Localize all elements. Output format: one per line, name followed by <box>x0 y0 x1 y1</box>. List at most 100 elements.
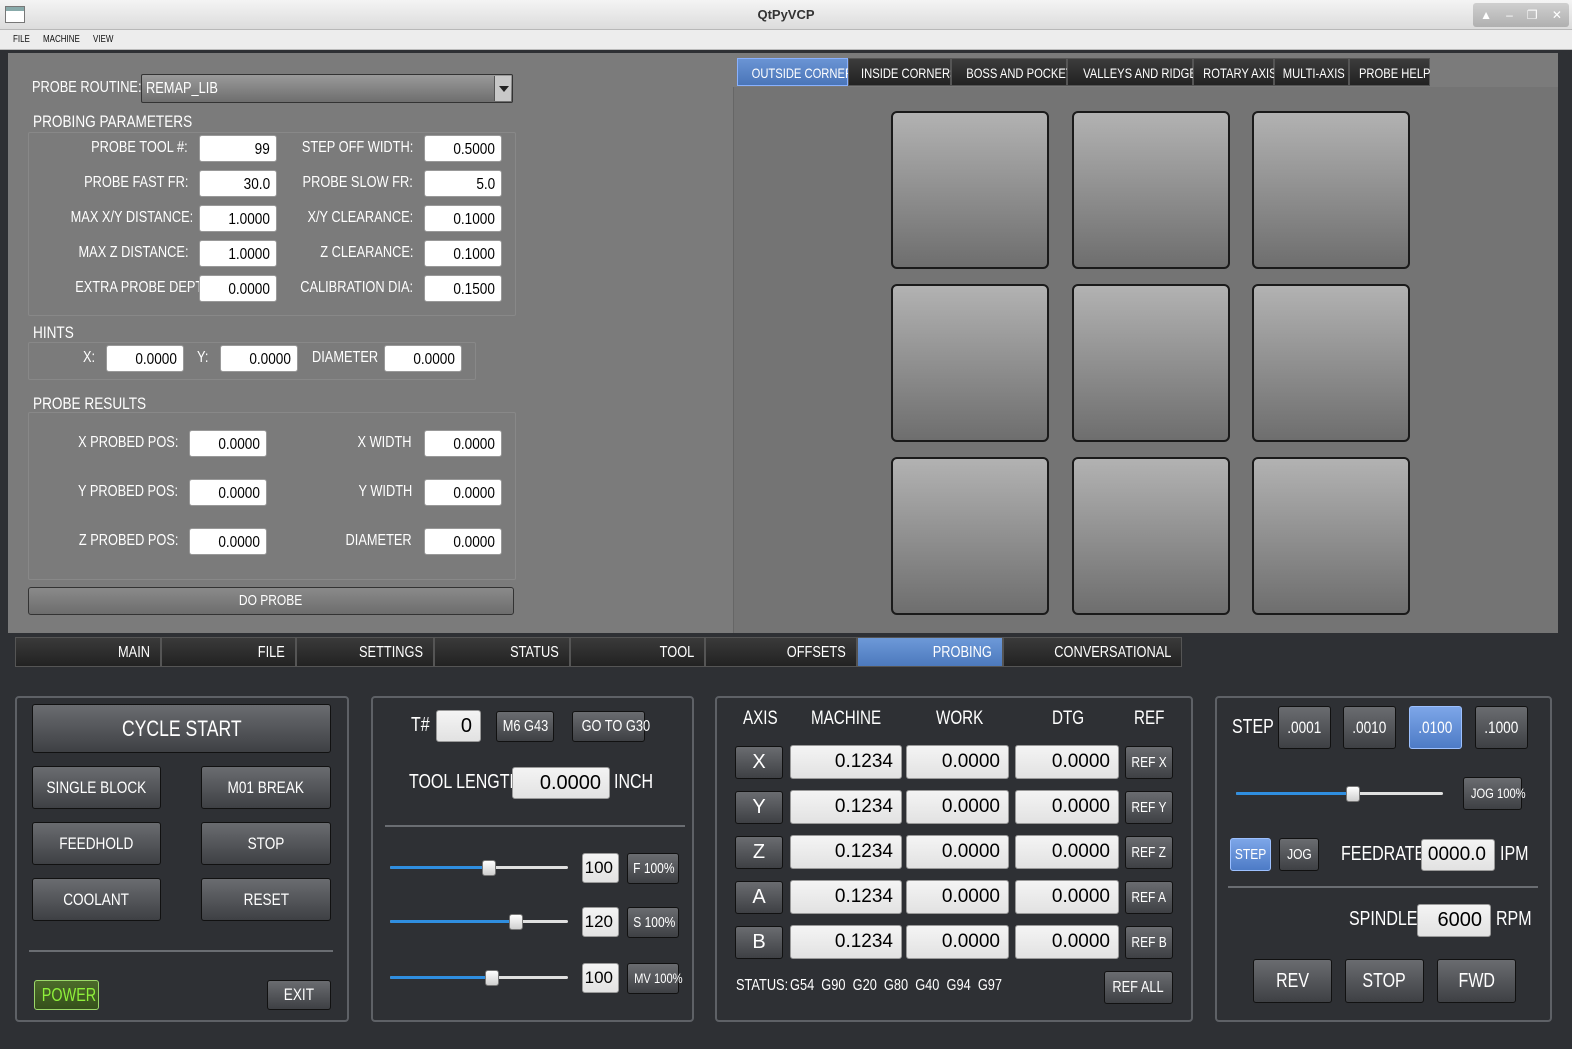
ref-all-button[interactable]: REF ALL <box>1104 971 1173 1004</box>
tab-inside-corners[interactable]: INSIDE CORNERS <box>848 58 958 86</box>
hint-diameter-field[interactable]: 0.0000 <box>384 345 462 372</box>
tab-probing[interactable]: PROBING <box>857 637 1003 667</box>
feedhold-button[interactable]: FEEDHOLD <box>32 822 161 865</box>
jog-100-button[interactable]: JOG 100% <box>1463 777 1526 810</box>
xy-clearance-field[interactable]: 0.1000 <box>424 205 502 232</box>
mv-100-button[interactable]: MV 100% <box>627 963 683 994</box>
feed-override-slider[interactable] <box>390 860 568 876</box>
tab-outside-corners[interactable]: OUTSIDE CORNERS <box>737 58 861 86</box>
probe-corner-button[interactable] <box>1252 284 1410 442</box>
axis-y-button[interactable]: Y <box>735 791 783 824</box>
probe-corner-button[interactable] <box>1072 284 1230 442</box>
axis-a-button[interactable]: A <box>735 881 783 914</box>
probe-fast-fr-field[interactable]: 30.0 <box>199 170 277 197</box>
do-probe-button[interactable]: DO PROBE <box>28 587 514 615</box>
tab-boss-and-pockets[interactable]: BOSS AND POCKETS <box>951 58 1080 86</box>
tool-number-field[interactable]: 0 <box>436 710 481 742</box>
feed-100-button[interactable]: F 100% <box>627 853 679 884</box>
reset-button[interactable]: RESET <box>201 878 331 921</box>
feed-override-handle[interactable] <box>481 860 496 876</box>
cycle-start-button[interactable]: CYCLE START <box>32 704 331 753</box>
menu-machine[interactable]: MACHINE <box>43 34 80 45</box>
single-block-button[interactable]: SINGLE BLOCK <box>32 766 161 809</box>
step-0100-button[interactable]: .0100 <box>1409 706 1462 749</box>
tab-rotary-axis[interactable]: ROTARY AXIS <box>1193 58 1277 86</box>
calibration-dia-field[interactable]: 0.1500 <box>424 275 502 302</box>
probe-slow-fr-field[interactable]: 5.0 <box>424 170 502 197</box>
mode-step-button[interactable]: STEP <box>1230 838 1271 871</box>
tab-multi-axis[interactable]: MULTI-AXIS <box>1274 58 1349 86</box>
tab-offsets[interactable]: OFFSETS <box>705 637 857 667</box>
ref-x-button[interactable]: REF X <box>1125 746 1173 779</box>
tab-file[interactable]: FILE <box>161 637 296 667</box>
axis-z-button[interactable]: Z <box>735 836 783 869</box>
z-probed-pos-field[interactable]: 0.0000 <box>189 528 267 555</box>
coolant-button[interactable]: COOLANT <box>32 878 161 921</box>
chevron-down-icon[interactable] <box>494 76 511 101</box>
max-xy-distance-field[interactable]: 1.0000 <box>199 205 277 232</box>
tool-length-field[interactable]: 0.0000 <box>512 767 610 799</box>
jog-speed-handle[interactable] <box>1345 786 1360 802</box>
extra-probe-depth-field[interactable]: 0.0000 <box>199 275 277 302</box>
minimize-icon[interactable]: – <box>1506 8 1513 22</box>
m01-break-button[interactable]: M01 BREAK <box>201 766 331 809</box>
m6-g43-button[interactable]: M6 G43 <box>496 711 554 742</box>
exit-button[interactable]: EXIT <box>267 980 331 1010</box>
hint-x-field[interactable]: 0.0000 <box>106 345 184 372</box>
ref-z-button[interactable]: REF Z <box>1125 836 1173 869</box>
tab-conversational[interactable]: CONVERSATIONAL <box>1003 637 1182 667</box>
menu-view[interactable]: VIEW <box>93 34 113 45</box>
step-0010-button[interactable]: .0010 <box>1343 706 1396 749</box>
probe-corner-button[interactable] <box>1252 457 1410 615</box>
max-velocity-handle[interactable] <box>485 970 500 986</box>
probe-corner-button[interactable] <box>891 284 1049 442</box>
tab-settings[interactable]: SETTINGS <box>296 637 434 667</box>
tab-tool[interactable]: TOOL <box>570 637 705 667</box>
spindle-override-slider[interactable] <box>390 914 568 930</box>
maximize-icon[interactable]: ❐ <box>1527 8 1538 22</box>
probe-corner-button[interactable] <box>891 457 1049 615</box>
spindle-100-button[interactable]: S 100% <box>627 907 679 938</box>
tab-main[interactable]: MAIN <box>15 637 161 667</box>
axis-x-button[interactable]: X <box>735 746 783 779</box>
spindle-fwd-button[interactable]: FWD <box>1437 959 1516 1003</box>
ref-b-button[interactable]: REF B <box>1125 926 1173 959</box>
close-icon[interactable]: ✕ <box>1552 8 1562 22</box>
power-button[interactable]: POWER <box>34 980 99 1010</box>
menu-file[interactable]: FILE <box>13 34 30 45</box>
spindle-rev-button[interactable]: REV <box>1253 959 1332 1003</box>
max-z-distance-field[interactable]: 1.0000 <box>199 240 277 267</box>
probe-routine-select[interactable]: REMAP_LIB <box>141 74 513 103</box>
probe-corner-button[interactable] <box>891 111 1049 269</box>
probe-corner-button[interactable] <box>1072 111 1230 269</box>
probe-corner-button[interactable] <box>1252 111 1410 269</box>
probe-tool-field[interactable]: 99 <box>199 135 277 162</box>
tab-valleys-and-ridges[interactable]: VALLEYS AND RIDGES <box>1067 58 1204 86</box>
keep-above-icon[interactable]: ▲ <box>1480 8 1492 22</box>
feedrate-field[interactable]: 0000.0 <box>1421 839 1495 871</box>
go-to-g30-button[interactable]: GO TO G30 <box>572 711 650 742</box>
ref-y-button[interactable]: REF Y <box>1125 791 1173 824</box>
tab-probe-help[interactable]: PROBE HELP <box>1349 58 1431 86</box>
spindle-rpm-field[interactable]: 6000 <box>1417 904 1491 937</box>
step-off-width-field[interactable]: 0.5000 <box>424 135 502 162</box>
result-diameter-field[interactable]: 0.0000 <box>424 528 502 555</box>
z-clearance-field[interactable]: 0.1000 <box>424 240 502 267</box>
x-probed-pos-field[interactable]: 0.0000 <box>189 430 267 457</box>
jog-speed-slider[interactable] <box>1236 786 1443 802</box>
spindle-override-handle[interactable] <box>508 914 523 930</box>
y-probed-pos-field[interactable]: 0.0000 <box>189 479 267 506</box>
spindle-stop-button[interactable]: STOP <box>1345 959 1424 1003</box>
ref-a-button[interactable]: REF A <box>1125 881 1173 914</box>
stop-button[interactable]: STOP <box>201 822 331 865</box>
x-width-field[interactable]: 0.0000 <box>424 430 502 457</box>
probe-corner-button[interactable] <box>1072 457 1230 615</box>
y-width-field[interactable]: 0.0000 <box>424 479 502 506</box>
max-velocity-slider[interactable] <box>390 970 568 986</box>
mode-jog-button[interactable]: JOG <box>1279 838 1319 871</box>
step-0001-button[interactable]: .0001 <box>1278 706 1331 749</box>
axis-b-button[interactable]: B <box>735 926 783 959</box>
hint-y-field[interactable]: 0.0000 <box>220 345 298 372</box>
tab-status[interactable]: STATUS <box>434 637 570 667</box>
step-1000-button[interactable]: .1000 <box>1475 706 1528 749</box>
